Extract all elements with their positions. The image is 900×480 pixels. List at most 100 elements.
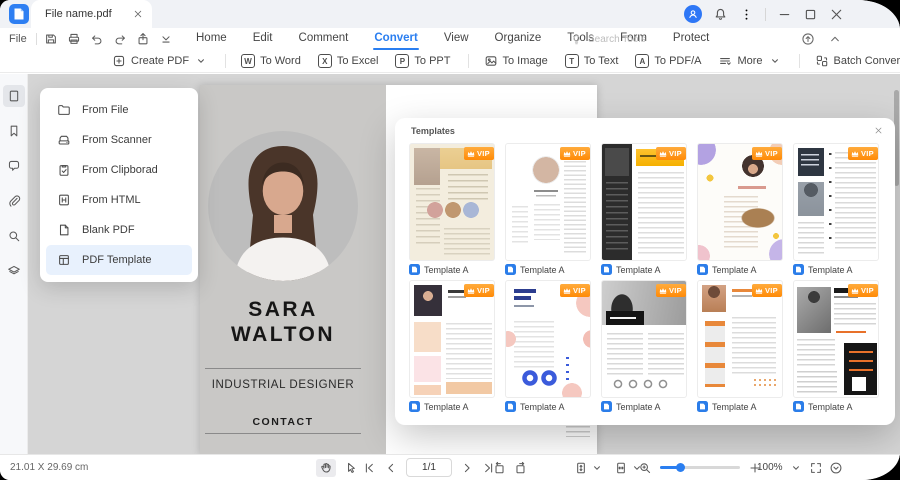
print-icon[interactable] — [67, 32, 81, 46]
sidebar-attachment-panel[interactable] — [3, 190, 25, 212]
menubar-right-icons — [801, 32, 842, 46]
menu-edit[interactable]: Edit — [240, 28, 286, 50]
crown-icon — [659, 287, 667, 294]
rotate-right-icon[interactable] — [514, 461, 528, 475]
pdfelement-file-icon — [409, 401, 420, 412]
template-label: Template A — [409, 401, 495, 412]
sidebar-layers-panel[interactable] — [3, 260, 25, 282]
toolbar-batch-convert[interactable]: Batch Convert — [815, 54, 900, 68]
menu-protect[interactable]: Protect — [660, 28, 722, 50]
crown-icon — [755, 150, 763, 157]
template-card-navy-photo[interactable]: VIP Template A — [793, 143, 879, 275]
account-avatar[interactable] — [684, 5, 702, 23]
menu-item-from-scanner[interactable]: From Scanner — [46, 125, 192, 155]
minimize-icon[interactable] — [777, 7, 792, 22]
menu-convert[interactable]: Convert — [361, 28, 430, 50]
template-card-peach-blocks[interactable]: VIPTemplate A — [409, 280, 495, 412]
pointer-tools — [316, 455, 358, 480]
toolbar-to-image[interactable]: To Image — [484, 54, 548, 68]
more-icon — [718, 54, 732, 68]
menu-view[interactable]: View — [431, 28, 482, 50]
fit-vertical-icon[interactable] — [574, 461, 588, 475]
zoom-slider-thumb[interactable] — [676, 463, 685, 472]
share-icon[interactable] — [136, 32, 150, 46]
hand-tool[interactable] — [316, 459, 336, 477]
quick-access-toolbar — [44, 32, 173, 46]
search-tools[interactable]: Search Tools — [570, 33, 646, 46]
fullscreen-icon[interactable] — [809, 461, 823, 475]
template-card-bw-photo[interactable]: VIPTemplate A — [601, 280, 687, 412]
template-card-orange-accent[interactable]: VIPTemplate A — [697, 280, 783, 412]
menu-item-pdf-template[interactable]: PDF Template — [46, 245, 192, 275]
page-navigation: 1/1 — [362, 455, 496, 480]
close-icon — [874, 126, 883, 135]
maximize-icon[interactable] — [803, 7, 818, 22]
zoom-level[interactable]: 100% — [757, 462, 783, 473]
zoom-slider[interactable] — [660, 463, 740, 472]
more-options-kebab-icon[interactable] — [739, 7, 754, 22]
template-card-floral-map[interactable]: VIPTemplate A — [697, 143, 783, 275]
pdfelement-file-icon — [409, 264, 420, 275]
sidebar-bookmark-panel[interactable] — [3, 120, 25, 142]
menu-comment[interactable]: Comment — [286, 28, 362, 50]
pdfelement-file-icon — [793, 401, 804, 412]
templates-grid: VIP Template A VIP Template A VIP Template A V… — [409, 143, 879, 412]
tab-close-icon[interactable] — [133, 9, 143, 19]
redo-icon[interactable] — [113, 32, 127, 46]
toolbar-to-excel[interactable]: XTo Excel — [318, 54, 379, 68]
pdfelement-file-icon — [601, 264, 612, 275]
vip-badge: VIP — [656, 284, 686, 297]
crown-icon — [467, 287, 475, 294]
sidebar-comment-panel[interactable] — [3, 155, 25, 177]
close-window-icon[interactable] — [829, 7, 844, 22]
sidebar-thumbnail-panel[interactable] — [3, 85, 25, 107]
cloud-upload-icon[interactable] — [801, 32, 815, 46]
first-page-icon[interactable] — [362, 461, 376, 475]
vip-badge: VIP — [848, 284, 878, 297]
undo-icon[interactable] — [90, 32, 104, 46]
toolbar-more[interactable]: More — [718, 54, 781, 68]
menu-item-blank-pdf[interactable]: Blank PDF — [46, 215, 192, 245]
page-indicator[interactable]: 1/1 — [406, 458, 452, 477]
template-label: Template A — [793, 401, 879, 412]
notifications-bell-icon[interactable] — [713, 7, 728, 22]
caret-down-icon[interactable] — [789, 461, 803, 475]
template-icon — [57, 253, 71, 267]
menu-item-from-clipborad[interactable]: From Clipborad — [46, 155, 192, 185]
menu-item-from-file[interactable]: From File — [46, 95, 192, 125]
toolbar-to-ppt[interactable]: PTo PPT — [395, 54, 450, 68]
caret-down-icon[interactable] — [590, 461, 604, 475]
collapse-ribbon-icon[interactable] — [159, 32, 173, 46]
menu-item-from-html[interactable]: From HTML — [46, 185, 192, 215]
toolbar-to-pdf-a[interactable]: ATo PDF/A — [635, 54, 701, 68]
document-tab[interactable]: File name.pdf — [31, 0, 152, 28]
template-card-dark-yellow[interactable]: VIPTemplate A — [601, 143, 687, 275]
vip-badge: VIP — [848, 147, 878, 160]
marquee-zoom-icon[interactable] — [638, 461, 652, 475]
previous-page-icon[interactable] — [384, 461, 398, 475]
toolbar-to-word[interactable]: WTo Word — [241, 54, 301, 68]
save-icon[interactable] — [44, 32, 58, 46]
templates-modal-close[interactable] — [871, 123, 885, 137]
pdfelement-file-icon — [601, 401, 612, 412]
template-label: Template A — [505, 401, 591, 412]
rotate-left-icon[interactable] — [492, 461, 506, 475]
hide-statusbar-icon[interactable] — [829, 461, 843, 475]
toolbar-create-pdf[interactable]: Create PDF — [112, 54, 208, 68]
menu-file[interactable]: File — [9, 33, 27, 45]
template-card-beige-circles[interactable]: VIPTemplate A — [409, 143, 495, 275]
vip-badge: VIP — [464, 147, 494, 160]
menu-home[interactable]: Home — [183, 28, 240, 50]
template-label: Template A — [793, 264, 879, 275]
caret-down-icon — [194, 54, 208, 68]
template-card-black-orange-qr[interactable]: VIP Template A — [793, 280, 879, 412]
next-page-icon[interactable] — [460, 461, 474, 475]
select-tool-icon[interactable] — [344, 461, 358, 475]
toolbar-to-text[interactable]: TTo Text — [565, 54, 619, 68]
template-card-pink-donuts[interactable]: VIPTemplate A — [505, 280, 591, 412]
collapse-toolbar-icon[interactable] — [828, 32, 842, 46]
template-card-white-minimal[interactable]: VIPTemplate A — [505, 143, 591, 275]
sidebar-search-panel[interactable] — [3, 225, 25, 247]
fit-page-icon[interactable] — [614, 461, 628, 475]
menu-organize[interactable]: Organize — [482, 28, 555, 50]
